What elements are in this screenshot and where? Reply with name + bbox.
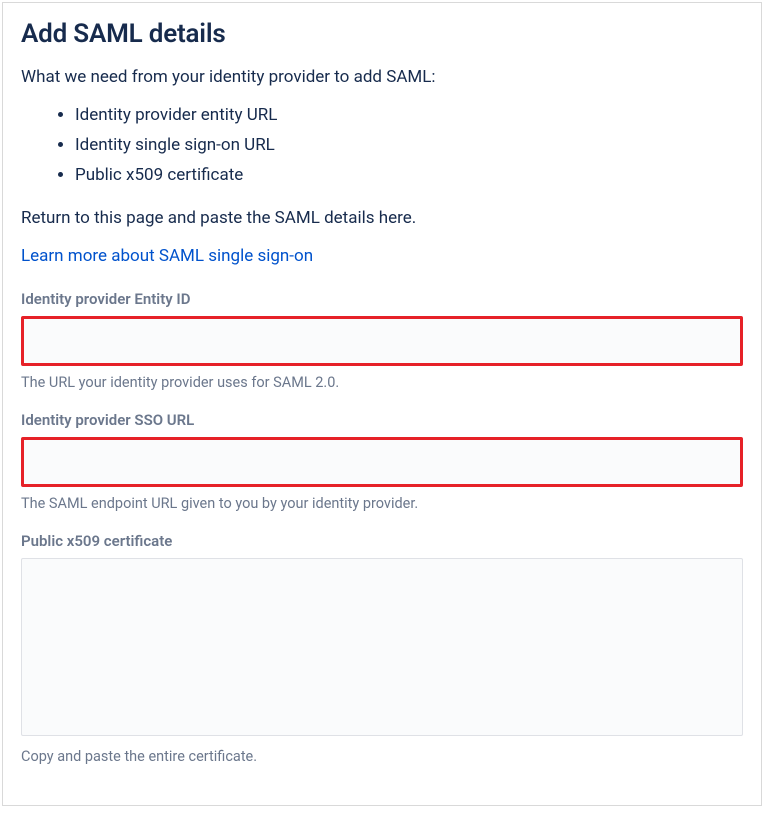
entity-id-group: Identity provider Entity ID The URL your… xyxy=(21,290,743,391)
intro-text: What we need from your identity provider… xyxy=(21,67,743,87)
entity-id-helper: The URL your identity provider uses for … xyxy=(21,374,743,391)
sso-url-input[interactable] xyxy=(21,437,743,487)
saml-details-panel: Add SAML details What we need from your … xyxy=(2,2,762,806)
entity-id-label: Identity provider Entity ID xyxy=(21,290,743,308)
certificate-label: Public x509 certificate xyxy=(21,532,743,550)
sso-url-label: Identity provider SSO URL xyxy=(21,411,743,429)
entity-id-input[interactable] xyxy=(21,316,743,366)
sso-url-group: Identity provider SSO URL The SAML endpo… xyxy=(21,411,743,512)
certificate-helper: Copy and paste the entire certificate. xyxy=(21,748,743,765)
certificate-textarea[interactable] xyxy=(21,558,743,736)
list-item: Public x509 certificate xyxy=(75,161,743,191)
page-title: Add SAML details xyxy=(21,19,743,49)
sso-url-helper: The SAML endpoint URL given to you by yo… xyxy=(21,495,743,512)
certificate-group: Public x509 certificate Copy and paste t… xyxy=(21,532,743,765)
learn-more-link[interactable]: Learn more about SAML single sign-on xyxy=(21,246,313,266)
requirements-list: Identity provider entity URL Identity si… xyxy=(21,101,743,190)
list-item: Identity provider entity URL xyxy=(75,101,743,131)
list-item: Identity single sign-on URL xyxy=(75,131,743,161)
return-instruction: Return to this page and paste the SAML d… xyxy=(21,208,743,228)
